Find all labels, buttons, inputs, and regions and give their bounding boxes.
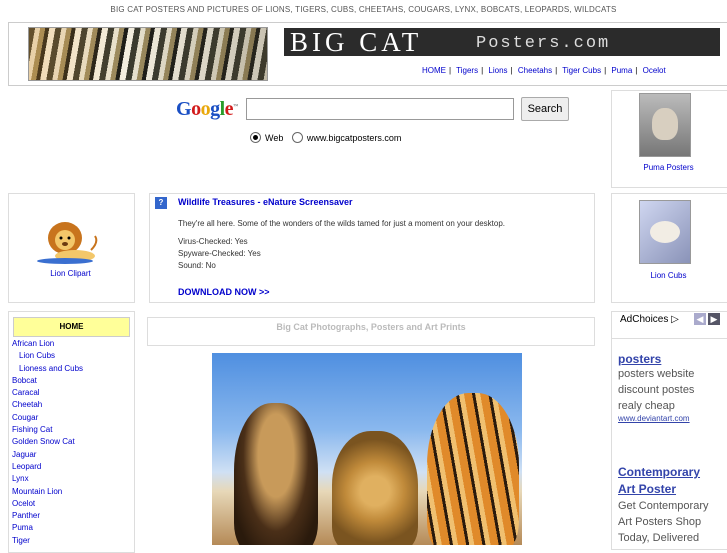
right-ad-2: Contemporary Art Poster Get Contemporary… — [618, 464, 724, 546]
ad2-line1: Get Contemporary — [618, 500, 709, 512]
ad2-title-line1[interactable]: Contemporary — [618, 464, 724, 481]
search-input[interactable] — [246, 98, 514, 120]
sidebar-item-leopard[interactable]: Leopard — [12, 461, 83, 473]
ad-body: They're all here. Some of the wonders of… — [178, 218, 588, 272]
google-logo: Google™ — [176, 98, 238, 120]
ad-description: They're all here. Some of the wonders of… — [178, 219, 506, 228]
adchoices-text: AdChoices — [620, 314, 669, 325]
sidebar-item-caracal[interactable]: Caracal — [12, 387, 83, 399]
logo-small-text: Posters.com — [476, 34, 611, 53]
ad-spec-virus: Virus-Checked: Yes — [178, 237, 248, 246]
sidebar-item-cheetah[interactable]: Cheetah — [12, 399, 83, 411]
radio-site[interactable] — [291, 132, 303, 143]
download-now-link[interactable]: DOWNLOAD NOW >> — [178, 287, 270, 297]
search-button[interactable]: Search — [521, 97, 569, 121]
right-ad-1: posters posters website discount postes … — [618, 352, 724, 423]
ad2-line2: Art Posters Shop — [618, 516, 702, 528]
ad1-line1: posters website — [618, 368, 695, 380]
sidebar-item-lion-cubs[interactable]: Lion Cubs — [12, 350, 83, 362]
sidebar-item-cougar[interactable]: Cougar — [12, 412, 83, 424]
sidebar-item-puma[interactable]: Puma — [12, 522, 83, 534]
ad-info-icon[interactable]: ? — [155, 197, 167, 209]
lion-cubs-thumbnail[interactable] — [639, 200, 691, 264]
ad-prev-icon[interactable]: ◀ — [694, 313, 706, 325]
ad-title-link[interactable]: Wildlife Treasures - eNature Screensaver — [178, 197, 353, 207]
ad1-line3: realy cheap — [618, 400, 675, 412]
tiger-figure — [427, 393, 519, 545]
ad-spec-spyware: Spyware-Checked: Yes — [178, 249, 261, 258]
leopard-figure — [332, 431, 418, 545]
sidebar-item-african-lion[interactable]: African Lion — [12, 338, 83, 350]
sidebar-item-bobcat[interactable]: Bobcat — [12, 375, 83, 387]
radio-web[interactable] — [250, 132, 261, 143]
page-heading: Big Cat Photographs, Posters and Art Pri… — [147, 317, 595, 346]
ad1-url[interactable]: www.deviantart.com — [618, 414, 724, 423]
sidebar-nav-list: African Lion Lion Cubs Lioness and Cubs … — [12, 338, 83, 547]
search-scope: Web www.bigcatposters.com — [250, 132, 401, 143]
sidebar-item-lioness-and-cubs[interactable]: Lioness and Cubs — [12, 363, 83, 375]
ad1-title[interactable]: posters — [618, 352, 724, 366]
lion-clipart-link[interactable]: Lion Clipart — [8, 269, 133, 278]
puma-thumbnail[interactable] — [639, 93, 691, 157]
sidebar-item-fishing-cat[interactable]: Fishing Cat — [12, 424, 83, 436]
nav-tigers[interactable]: Tigers — [456, 66, 478, 75]
top-navigation: HOME | Tigers | Lions | Cheetahs | Tiger Cub… — [422, 66, 666, 75]
puma-posters-link[interactable]: Puma Posters — [611, 163, 726, 172]
lion-figure — [234, 403, 318, 545]
sidebar-item-golden-snow-cat[interactable]: Golden Snow Cat — [12, 436, 83, 448]
lion-clipart-icon[interactable] — [35, 218, 99, 264]
nav-cheetahs[interactable]: Cheetahs — [518, 66, 552, 75]
ad2-title-line2[interactable]: Art Poster — [618, 481, 724, 498]
sidebar-item-tiger[interactable]: Tiger — [12, 535, 83, 547]
logo-big-text: BIG CAT — [290, 27, 423, 57]
radio-web-label: Web — [265, 133, 284, 143]
big-cats-photo[interactable] — [212, 353, 522, 545]
nav-ocelot[interactable]: Ocelot — [643, 66, 666, 75]
ad-spec-sound: Sound: No — [178, 261, 216, 270]
ad1-line2: discount postes — [618, 384, 695, 396]
sidebar-item-mountain-lion[interactable]: Mountain Lion — [12, 486, 83, 498]
nav-tiger-cubs[interactable]: Tiger Cubs — [562, 66, 601, 75]
ad-next-icon[interactable]: ▶ — [708, 313, 720, 325]
sidebar-item-panther[interactable]: Panther — [12, 510, 83, 522]
sidebar-home-button[interactable]: HOME — [13, 317, 130, 337]
site-logo[interactable]: BIG CAT Posters.com — [284, 28, 720, 56]
tiger-fur-banner[interactable] — [28, 27, 268, 81]
lion-cubs-link[interactable]: Lion Cubs — [611, 271, 726, 280]
nav-home[interactable]: HOME — [422, 66, 446, 75]
nav-puma[interactable]: Puma — [611, 66, 632, 75]
nav-lions[interactable]: Lions — [488, 66, 507, 75]
radio-site-label: www.bigcatposters.com — [306, 133, 402, 143]
site-tagline: BIG CAT POSTERS AND PICTURES OF LIONS, T… — [110, 5, 617, 14]
adchoices-label[interactable]: AdChoices ▷ — [620, 313, 679, 327]
sidebar-item-jaguar[interactable]: Jaguar — [12, 449, 83, 461]
sidebar-item-lynx[interactable]: Lynx — [12, 473, 83, 485]
sidebar-item-ocelot[interactable]: Ocelot — [12, 498, 83, 510]
ad2-line3: Today, Delivered — [618, 532, 700, 544]
